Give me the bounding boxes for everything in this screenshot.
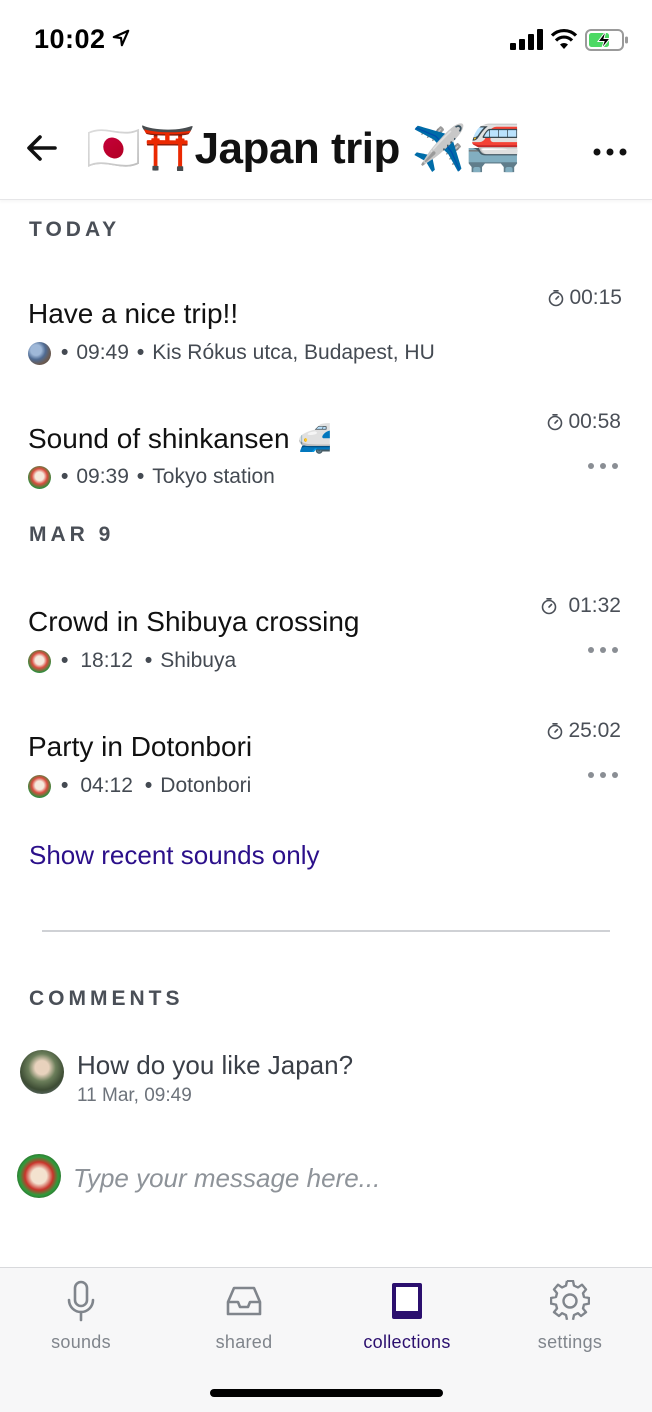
page-title: 🇯🇵⛩️Japan trip ✈️🚝: [86, 122, 521, 174]
sound-title: Have a nice trip!!: [28, 298, 239, 329]
duration-value: 25:02: [568, 719, 621, 742]
sound-time: 09:49: [76, 341, 129, 364]
sound-title: Party in Dotonbori: [28, 731, 253, 762]
sound-time: 04:12: [80, 774, 133, 797]
tab-label: shared: [215, 1332, 273, 1352]
sound-title: Crowd in Shibuya crossing: [28, 606, 360, 637]
status-bar: 10:02: [0, 0, 652, 80]
sound-duration: 01:32: [540, 594, 621, 618]
avatar: [28, 649, 51, 673]
stopwatch-icon: [549, 290, 564, 307]
sound-location: Kis Rókus utca, Budapest, HU: [152, 341, 435, 364]
book-icon: [392, 1283, 422, 1319]
sound-meta: • 18:12 • Shibuya: [28, 648, 236, 674]
sound-meta: • 09:39 • Tokyo station: [28, 464, 275, 490]
title-emoji-right: ✈️🚝: [411, 124, 521, 173]
separator-dot: •: [61, 465, 69, 488]
tab-label: settings: [537, 1332, 603, 1352]
microphone-icon: [67, 1280, 95, 1322]
divider: [42, 930, 610, 932]
back-arrow-icon[interactable]: [24, 130, 60, 166]
more-horizontal-icon[interactable]: [586, 644, 620, 656]
section-header-mar-9: MAR 9: [29, 523, 115, 546]
sound-duration: 00:58: [546, 410, 621, 434]
navigation-header: 🇯🇵⛩️Japan trip ✈️🚝: [0, 100, 652, 200]
section-header-today: TODAY: [29, 218, 121, 241]
comment-composer: [17, 1154, 637, 1204]
title-text: Japan trip: [194, 124, 401, 173]
sound-duration: 25:02: [546, 719, 621, 743]
separator-dot: •: [136, 465, 145, 488]
more-horizontal-icon[interactable]: [590, 140, 630, 164]
sound-item[interactable]: Have a nice trip!! • 09:49 • Kis Rókus u…: [0, 286, 652, 398]
sound-item[interactable]: Crowd in Shibuya crossing • 18:12 • Shib…: [0, 594, 652, 706]
avatar: [20, 1050, 64, 1094]
location-arrow-icon: [112, 29, 130, 47]
sound-location: Shibuya: [160, 649, 237, 672]
title-emoji-left: 🇯🇵⛩️: [86, 124, 195, 173]
avatar: [17, 1154, 61, 1198]
sound-title: Sound of shinkansen 🚅: [28, 423, 333, 454]
sound-time: 09:39: [76, 465, 129, 488]
stopwatch-icon: [548, 723, 563, 740]
stopwatch-icon: [542, 598, 557, 615]
message-input[interactable]: [73, 1158, 593, 1198]
battery-charging-icon: [585, 29, 628, 51]
tab-settings[interactable]: settings: [495, 1280, 645, 1360]
separator-dot: •: [136, 341, 145, 364]
sound-meta: • 09:49 • Kis Rókus utca, Budapest, HU: [28, 340, 435, 366]
sound-location: Dotonbori: [160, 774, 252, 797]
duration-value: 00:58: [568, 410, 621, 433]
tab-label: sounds: [51, 1332, 111, 1352]
cellular-signal-icon: [510, 29, 543, 50]
separator-dot: •: [61, 774, 69, 797]
inbox-icon: [226, 1286, 262, 1316]
sound-item[interactable]: Sound of shinkansen 🚅 • 09:39 • Tokyo st…: [0, 410, 652, 522]
tab-sounds[interactable]: sounds: [6, 1280, 156, 1360]
sound-time: 18:12: [80, 649, 133, 672]
comment-text: How do you like Japan?: [77, 1050, 354, 1080]
separator-dot: •: [144, 774, 153, 797]
avatar: [28, 774, 51, 798]
section-header-comments: COMMENTS: [29, 987, 184, 1010]
gear-icon: [550, 1280, 590, 1321]
duration-value: 01:32: [568, 594, 621, 617]
sound-meta: • 04:12 • Dotonbori: [28, 773, 251, 799]
avatar: [28, 341, 51, 365]
tab-label: collections: [363, 1332, 451, 1352]
avatar: [28, 465, 51, 489]
sound-duration: 00:15: [547, 286, 622, 310]
more-horizontal-icon[interactable]: [586, 460, 620, 472]
show-recent-sounds-link[interactable]: Show recent sounds only: [29, 840, 320, 871]
wifi-icon: [550, 28, 578, 49]
comment-timestamp: 11 Mar, 09:49: [77, 1085, 192, 1106]
status-time: 10:02: [34, 24, 106, 54]
separator-dot: •: [144, 649, 153, 672]
tab-collections[interactable]: collections: [332, 1280, 482, 1360]
stopwatch-icon: [548, 414, 563, 431]
sound-location: Tokyo station: [152, 465, 275, 488]
duration-value: 00:15: [569, 286, 622, 309]
separator-dot: •: [61, 649, 69, 672]
comment-item: How do you like Japan? 11 Mar, 09:49: [20, 1050, 640, 1120]
tab-shared[interactable]: shared: [169, 1280, 319, 1360]
separator-dot: •: [61, 341, 69, 364]
home-indicator: [210, 1389, 443, 1397]
more-horizontal-icon[interactable]: [586, 769, 620, 781]
sound-item[interactable]: Party in Dotonbori • 04:12 • Dotonbori 2…: [0, 719, 652, 831]
